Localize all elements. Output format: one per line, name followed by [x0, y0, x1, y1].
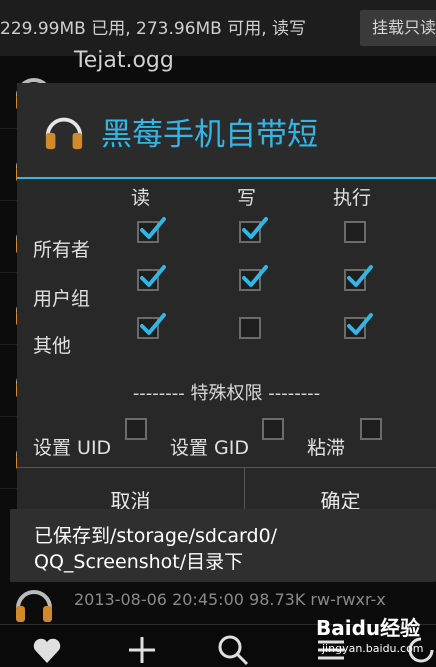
heart-icon[interactable] [30, 633, 64, 667]
file-meta: 2013-08-06 20:45:00 98.73K rw-rwxr-x [74, 590, 386, 609]
toast-line-2: QQ_Screenshot/目录下 [34, 551, 244, 573]
storage-info: 229.99MB 已用, 273.96MB 可用, 读写 [0, 19, 307, 39]
check-icon [140, 217, 166, 239]
other-execute-checkbox[interactable] [344, 313, 373, 339]
baidu-watermark: Baidu经验 [316, 616, 421, 640]
row-group-label: 用户组 [33, 288, 91, 310]
check-icon [140, 313, 166, 335]
owner-read-checkbox[interactable] [137, 217, 166, 243]
column-write: 写 [237, 187, 257, 209]
toast-message: 已保存到/storage/sdcard0/ QQ_Screenshot/目录下 [10, 509, 436, 582]
check-icon [347, 265, 373, 287]
headphones-icon [16, 590, 52, 622]
sticky-checkbox[interactable] [360, 418, 382, 440]
setgid-label: 设置 GID [170, 437, 249, 459]
title-divider [17, 177, 436, 179]
baidu-watermark-url: jingyan.baidu.com [322, 642, 424, 655]
group-read-checkbox[interactable] [137, 265, 166, 291]
column-execute: 执行 [333, 187, 372, 209]
storage-bar: 229.99MB 已用, 273.96MB 可用, 读写 挂载只读 [0, 0, 436, 56]
other-write-checkbox[interactable] [239, 317, 261, 339]
check-icon [242, 217, 268, 239]
check-icon [140, 265, 166, 287]
setuid-checkbox[interactable] [125, 418, 147, 440]
owner-execute-checkbox[interactable] [344, 221, 366, 243]
mount-readonly-button[interactable]: 挂载只读 [360, 10, 436, 46]
setuid-label: 设置 UID [33, 437, 112, 459]
group-write-checkbox[interactable] [239, 265, 268, 291]
check-icon [242, 265, 268, 287]
headphones-icon [45, 117, 83, 150]
other-read-checkbox[interactable] [137, 313, 166, 339]
search-icon[interactable] [216, 633, 250, 667]
dialog-header: 黑莓手机自带短 [17, 83, 436, 179]
column-read: 读 [131, 187, 151, 209]
setgid-checkbox[interactable] [262, 418, 284, 440]
row-other-label: 其他 [33, 335, 72, 357]
permissions-dialog: 黑莓手机自带短 读 写 执行 所有者 用户组 其他 -------- 特殊权限 … [17, 83, 436, 523]
row-owner-label: 所有者 [33, 239, 91, 261]
sticky-label: 粘滞 [307, 437, 346, 459]
file-name: Tejat.ogg [74, 48, 174, 73]
toast-text: 已保存到/storage/sdcard0/ QQ_Screenshot/目录下 [34, 523, 277, 575]
special-permissions-header: -------- 特殊权限 -------- [132, 383, 321, 404]
check-icon [347, 313, 373, 335]
plus-icon[interactable] [125, 633, 159, 667]
dialog-title: 黑莓手机自带短 [101, 117, 318, 153]
owner-write-checkbox[interactable] [239, 217, 268, 243]
group-execute-checkbox[interactable] [344, 265, 373, 291]
toast-line-1: 已保存到/storage/sdcard0/ [34, 525, 278, 547]
